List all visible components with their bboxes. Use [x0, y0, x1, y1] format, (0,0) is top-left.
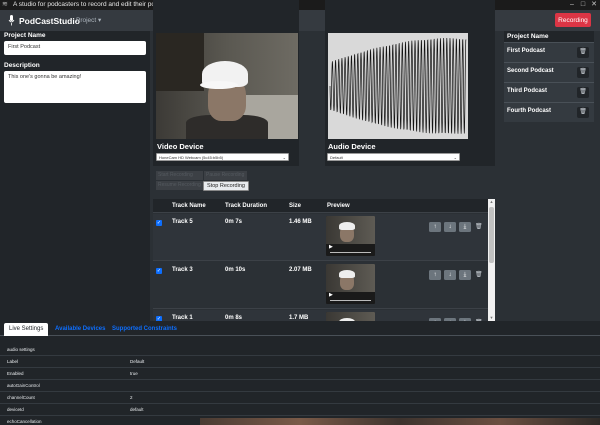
track-preview-video[interactable]: ▶ [326, 264, 375, 304]
trash-icon[interactable]: 🗑 [577, 47, 589, 58]
project-item[interactable]: Second Podcast 🗑 [504, 62, 594, 82]
settings-row: Enabled true [0, 368, 600, 380]
project-item[interactable]: Fourth Podcast 🗑 [504, 102, 594, 122]
settings-row: channelCount 2 [0, 392, 600, 404]
description-textarea[interactable]: This one's gonna be amazing! [4, 71, 146, 103]
trash-icon[interactable]: 🗑 [577, 67, 589, 78]
project-name-label: Project Name [4, 32, 46, 39]
column-header: Size [289, 203, 302, 209]
pause-recording-button[interactable]: Pause Recording [204, 171, 247, 180]
tab-supported-constraints[interactable]: Supported Constraints [107, 323, 182, 336]
projects-header: Project Name [504, 31, 594, 42]
tracks-table-header: Track Name Track Duration Size Preview [153, 199, 488, 213]
navbar: PodCastStudio Project ▾ [0, 10, 600, 31]
move-down-button[interactable]: ↓ [444, 270, 456, 280]
brand[interactable]: PodCastStudio [8, 14, 80, 27]
project-name-input[interactable]: First Podcast [4, 41, 146, 55]
audio-device-selected: Default [330, 155, 343, 160]
scroll-up-icon[interactable]: ▲ [488, 199, 495, 205]
play-icon[interactable]: ▶ [329, 292, 335, 298]
download-button[interactable]: ⤓ [459, 222, 471, 232]
track-duration: 0m 7s [225, 219, 243, 225]
tab-available-devices[interactable]: Available Devices [50, 323, 110, 336]
chevron-down-icon: ⌄ [282, 155, 286, 160]
move-up-button[interactable]: ↑ [429, 270, 441, 280]
audio-waveform [328, 33, 468, 139]
settings-row: audio settings [0, 344, 600, 356]
video-device-label: Video Device [157, 142, 204, 151]
setting-key: autoGainControl [7, 383, 40, 388]
project-item[interactable]: First Podcast 🗑 [504, 42, 594, 62]
track-name: Track 5 [172, 219, 193, 225]
video-device-selected: HoneCam HD Webcam (5c45:b5b5) [159, 155, 224, 160]
setting-value: default [130, 407, 144, 412]
audio-device-label: Audio Device [328, 142, 376, 151]
minimize-button[interactable]: – [568, 0, 576, 10]
project-item-name: First Podcast [507, 48, 546, 54]
settings-tabs: Live Settings Available Devices Supporte… [0, 321, 600, 336]
track-duration: 0m 10s [225, 267, 246, 273]
track-size: 2.07 MB [289, 267, 312, 273]
table-row: ✓ Track 5 0m 7s 1.46 MB ▶ ↑ ↓ ⤓ 🗑 [153, 214, 488, 261]
setting-value: true [130, 371, 138, 376]
track-preview-video[interactable]: ▶ [326, 216, 375, 256]
microphone-icon [8, 15, 15, 26]
settings-row: autoGainControl [0, 380, 600, 392]
video-preview [156, 33, 298, 139]
tracks-scrollbar[interactable]: ▲ ▼ [488, 199, 495, 321]
track-size: 1.46 MB [289, 219, 312, 225]
tab-live-settings[interactable]: Live Settings [4, 323, 49, 336]
description-label: Description [4, 62, 40, 69]
track-checkbox[interactable]: ✓ [156, 268, 162, 274]
scroll-thumb[interactable] [489, 207, 494, 263]
project-item-name: Third Podcast [507, 88, 548, 94]
project-item-name: Second Podcast [507, 68, 554, 74]
setting-key: deviceId [7, 407, 24, 412]
settings-panel: Live Settings Available Devices Supporte… [0, 321, 600, 425]
chevron-down-icon: ⌄ [453, 155, 457, 160]
setting-key: Enabled [7, 371, 24, 376]
move-down-button[interactable]: ↓ [444, 222, 456, 232]
trash-icon[interactable]: 🗑 [475, 223, 483, 232]
video-device-select[interactable]: HoneCam HD Webcam (5c45:b5b5) ⌄ [156, 153, 289, 161]
column-header: Preview [327, 203, 350, 209]
setting-key: audio settings [7, 347, 35, 352]
project-menu[interactable]: Project ▾ [76, 15, 101, 26]
background-image-strip [200, 418, 600, 425]
project-item-name: Fourth Podcast [507, 108, 552, 114]
recording-button[interactable]: Recording [555, 13, 591, 27]
tracks-table: Track Name Track Duration Size Preview ✓… [153, 199, 488, 323]
close-button[interactable]: ✕ [590, 0, 598, 10]
audio-device-select[interactable]: Default ⌄ [327, 153, 460, 161]
maximize-button[interactable]: □ [579, 0, 587, 10]
stop-recording-button[interactable]: Stop Recording [203, 181, 249, 191]
window-controls: – □ ✕ [568, 0, 598, 10]
download-button[interactable]: ⤓ [459, 270, 471, 280]
waveform-icon: ≋ [2, 1, 8, 8]
trash-icon[interactable]: 🗑 [577, 107, 589, 118]
table-row: ✓ Track 3 0m 10s 2.07 MB ▶ ↑ ↓ ⤓ 🗑 [153, 262, 488, 309]
project-item[interactable]: Third Podcast 🗑 [504, 82, 594, 102]
move-up-button[interactable]: ↑ [429, 222, 441, 232]
track-name: Track 3 [172, 267, 193, 273]
trash-icon[interactable]: 🗑 [577, 87, 589, 98]
setting-value: 2 [130, 395, 133, 400]
start-recording-button[interactable]: Start Recording [156, 171, 203, 180]
trash-icon[interactable]: 🗑 [475, 271, 483, 280]
setting-key: channelCount [7, 395, 35, 400]
settings-row: deviceId default [0, 404, 600, 416]
setting-value: Default [130, 359, 145, 364]
column-header: Track Duration [225, 203, 268, 209]
play-icon[interactable]: ▶ [329, 244, 335, 250]
resume-recording-button[interactable]: Resume Recording [156, 181, 203, 190]
column-header: Track Name [172, 203, 206, 209]
brand-name: PodCastStudio [19, 15, 80, 26]
window-titlebar: ≋ A studio for podcasters to record and … [0, 0, 600, 10]
settings-row: Label Default [0, 356, 600, 368]
setting-key: echoCancellation [7, 419, 42, 424]
track-checkbox[interactable]: ✓ [156, 220, 162, 226]
setting-key: Label [7, 359, 19, 364]
